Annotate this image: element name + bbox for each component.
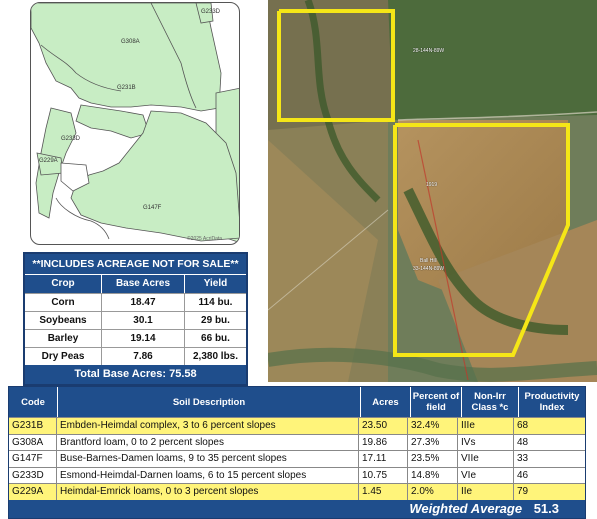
crop-row: Corn 18.47 114 bu. (25, 293, 246, 311)
crop-yield: 114 bu. (198, 297, 233, 308)
header-productivity: Productivity Index (524, 391, 580, 413)
soil-code: G229A (9, 484, 57, 500)
soil-table: Code Soil Description Acres Percent of f… (8, 386, 586, 519)
soil-map-label: G308A (121, 39, 140, 45)
soil-row: G229A Heimdal-Emrick loams, 0 to 3 perce… (9, 483, 585, 500)
soil-code: G308A (9, 434, 57, 450)
soil-acres: 10.75 (359, 467, 408, 483)
soil-productivity: 33 (517, 453, 529, 464)
soil-description: Brantford loam, 0 to 2 percent slopes (57, 434, 359, 450)
crop-yield: 29 bu. (201, 315, 230, 326)
crop-name: Corn (25, 294, 102, 311)
soil-description: Esmond-Heimdal-Darnen loams, 6 to 15 per… (57, 467, 359, 483)
crop-base-acres: 18.47 (102, 294, 185, 311)
aerial-label: Ball Hill (420, 258, 437, 264)
soil-productivity: 79 (517, 486, 529, 497)
soil-map-label: G233D (201, 9, 221, 15)
soil-percent: 14.8% (408, 467, 458, 483)
soil-code: G231B (9, 418, 57, 434)
aerial-label: 33-144N-89W (413, 266, 445, 272)
soil-row: G147F Buse-Barnes-Damen loams, 9 to 35 p… (9, 450, 585, 467)
header-percent: Percent of field (411, 387, 462, 417)
soil-class: IIe (458, 484, 514, 500)
crop-row: Soybeans 30.1 29 bu. (25, 311, 246, 329)
soil-description: Heimdal-Emrick loams, 0 to 3 percent slo… (57, 484, 359, 500)
crop-total-label: Total Base Acres: (74, 368, 167, 380)
crop-total: Total Base Acres: 75.58 (25, 365, 246, 384)
soil-table-header: Code Soil Description Acres Percent of f… (9, 387, 585, 417)
soil-percent: 32.4% (408, 418, 458, 434)
crop-table: **INCLUDES ACREAGE NOT FOR SALE** Crop B… (23, 252, 248, 386)
crop-name: Barley (25, 330, 102, 347)
header-crop: Crop (25, 275, 102, 293)
crop-row: Barley 19.14 66 bu. (25, 329, 246, 347)
soil-productivity: 46 (517, 469, 529, 481)
soil-row: G308A Brantford loam, 0 to 2 percent slo… (9, 433, 585, 450)
crop-name: Dry Peas (25, 348, 102, 365)
header-acres: Acres (361, 387, 411, 417)
soil-map-label: G233D (61, 136, 81, 142)
header-class: Non-Irr Class *c (462, 387, 519, 417)
soil-class: IVs (458, 434, 514, 450)
weighted-average-label: Weighted Average (409, 500, 523, 516)
weighted-average-value: 51.3 (533, 500, 559, 516)
crop-table-banner: **INCLUDES ACREAGE NOT FOR SALE** (25, 254, 246, 274)
soil-acres: 1.45 (359, 484, 408, 500)
aerial-drawing (268, 0, 597, 382)
aerial-photo: 28-144N-89W Ball Hill 33-144N-89W 1919 (268, 0, 597, 382)
aerial-label: 1919 (426, 182, 438, 188)
soil-code: G147F (9, 451, 57, 467)
aerial-label: 28-144N-89W (413, 48, 445, 54)
soil-productivity: 68 (517, 420, 529, 431)
header-yield: Yield (203, 278, 228, 289)
soil-class: VIe (458, 467, 514, 483)
soil-row: G231B Embden-Heimdal complex, 3 to 6 per… (9, 417, 585, 434)
crop-base-acres: 7.86 (102, 348, 185, 365)
soil-acres: 17.11 (359, 451, 408, 467)
soil-acres: 19.86 (359, 434, 408, 450)
soil-code: G233D (9, 467, 57, 483)
header-code: Code (9, 387, 58, 417)
crop-yield: 2,380 lbs. (192, 351, 239, 362)
soil-productivity: 48 (517, 436, 529, 448)
crop-yield: 66 bu. (201, 333, 230, 344)
soil-map-label: G231B (117, 85, 136, 91)
soil-percent: 27.3% (408, 434, 458, 450)
soil-class: VIIe (458, 451, 514, 467)
soil-map-label: G147F (143, 205, 162, 211)
soil-description: Buse-Barnes-Damen loams, 9 to 35 percent… (57, 451, 359, 467)
soil-class: IIIe (458, 418, 514, 434)
soil-map-label: G229A (39, 158, 58, 164)
soil-map: G233D G308A G231B G233D G229A G147F ©202… (30, 2, 240, 245)
soil-acres: 23.50 (359, 418, 408, 434)
soil-description: Embden-Heimdal complex, 3 to 6 percent s… (57, 418, 359, 434)
header-base-acres: Base Acres (102, 275, 185, 293)
soil-map-copyright: ©2025 AcriData (187, 236, 223, 242)
soil-percent: 2.0% (408, 484, 458, 500)
crop-base-acres: 19.14 (102, 330, 185, 347)
crop-name: Soybeans (25, 312, 102, 329)
crop-base-acres: 30.1 (102, 312, 185, 329)
soil-row: G233D Esmond-Heimdal-Darnen loams, 6 to … (9, 466, 585, 483)
crop-total-value: 75.58 (169, 368, 197, 380)
weighted-average: Weighted Average 51.3 (9, 499, 585, 518)
crop-row: Dry Peas 7.86 2,380 lbs. (25, 347, 246, 365)
header-description: Soil Description (58, 387, 361, 417)
crop-table-header: Crop Base Acres Yield (25, 274, 246, 293)
soil-percent: 23.5% (408, 451, 458, 467)
